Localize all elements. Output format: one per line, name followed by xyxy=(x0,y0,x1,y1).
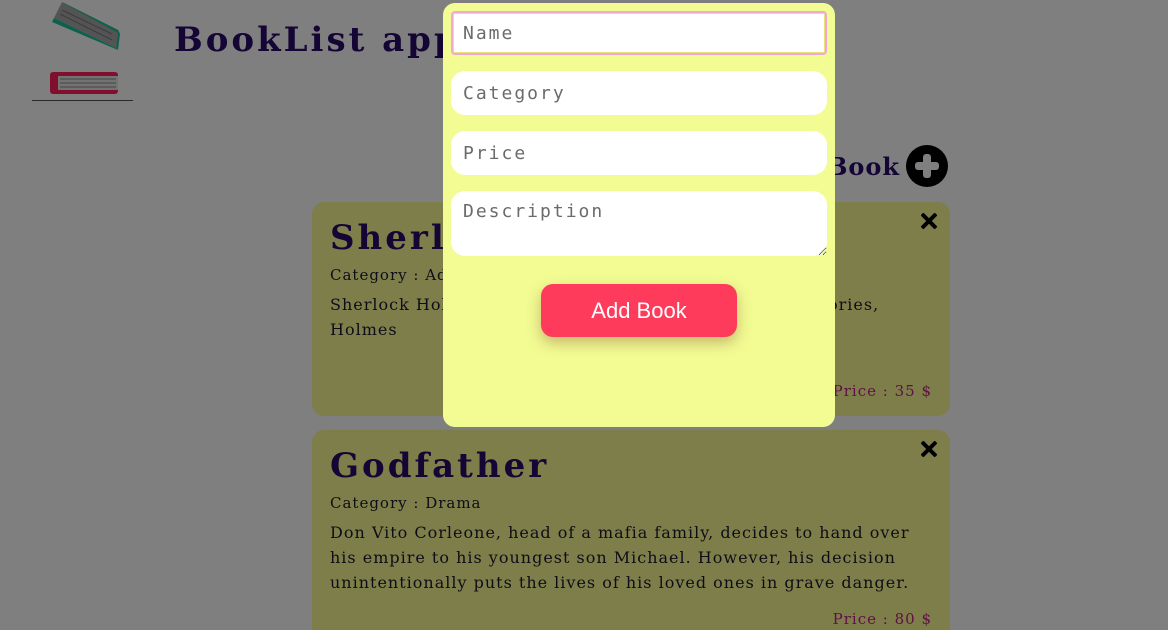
add-book-modal: Add Book xyxy=(443,3,835,427)
page: BookList app Book Sherlo Category : Adve… xyxy=(0,0,1168,630)
category-input[interactable] xyxy=(451,71,827,115)
add-book-button[interactable]: Add Book xyxy=(541,284,737,337)
name-input[interactable] xyxy=(451,11,827,55)
description-input[interactable] xyxy=(451,191,827,256)
price-input[interactable] xyxy=(451,131,827,175)
